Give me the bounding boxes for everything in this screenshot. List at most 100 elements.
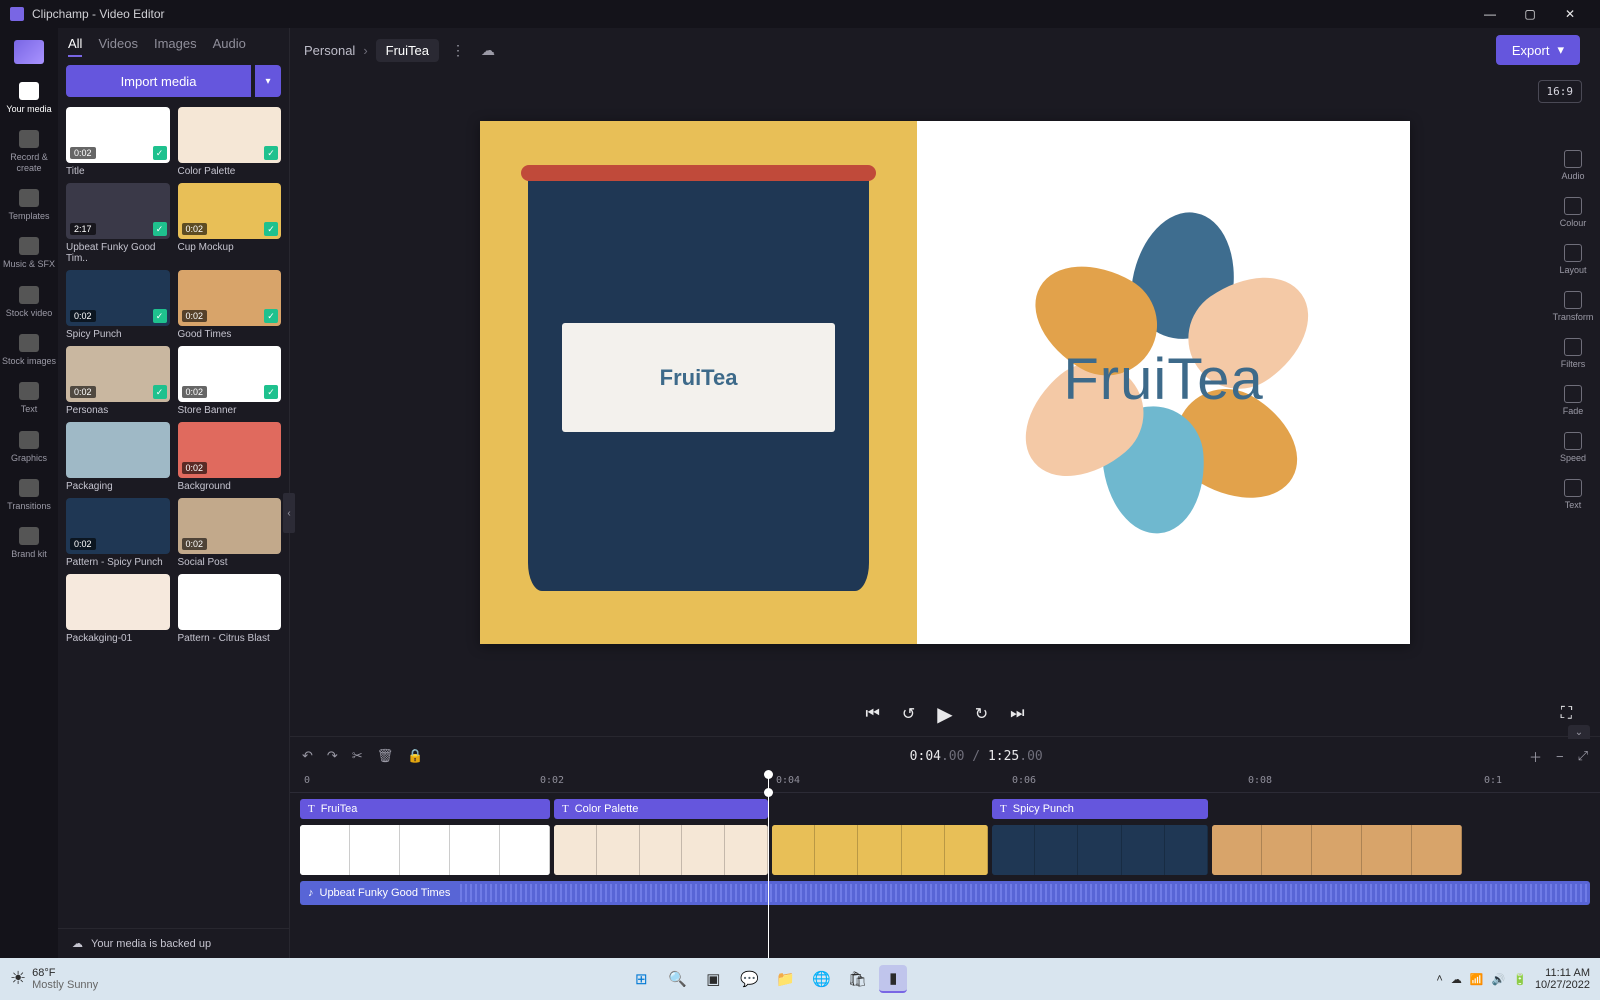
- nav-music-sfx[interactable]: Music & SFX: [0, 229, 58, 277]
- tool-colour[interactable]: Colour: [1546, 191, 1600, 238]
- tool-text[interactable]: Text: [1546, 473, 1600, 520]
- left-nav-rail: Your mediaRecord & createTemplatesMusic …: [0, 28, 58, 958]
- media-item[interactable]: 0:02✓Title: [66, 107, 170, 177]
- forward-button[interactable]: ↻: [975, 704, 988, 724]
- weather-widget[interactable]: ☀ 68°F Mostly Sunny: [10, 967, 98, 991]
- aspect-ratio-badge[interactable]: 16:9: [1538, 80, 1583, 103]
- skip-start-button[interactable]: ⏮: [865, 705, 879, 723]
- chat-app-icon[interactable]: 💬: [735, 965, 763, 993]
- backup-status: ☁ Your media is backed up: [58, 928, 289, 958]
- video-clip[interactable]: [300, 825, 550, 875]
- nav-text[interactable]: Text: [0, 374, 58, 422]
- battery-icon[interactable]: 🔋: [1513, 973, 1527, 986]
- media-item[interactable]: 0:02✓Store Banner: [178, 346, 282, 416]
- cup-mockup: FruiTea: [528, 173, 869, 591]
- media-item[interactable]: 0:02✓Personas: [66, 346, 170, 416]
- video-clip[interactable]: [992, 825, 1208, 875]
- tray-chevron-icon[interactable]: ˄: [1436, 973, 1442, 985]
- title-clip[interactable]: FruiTea: [300, 799, 550, 819]
- media-grid: 0:02✓Title✓Color Palette2:17✓Upbeat Funk…: [58, 107, 289, 928]
- import-media-button[interactable]: Import media: [66, 65, 251, 97]
- tool-filters[interactable]: Filters: [1546, 332, 1600, 379]
- media-item[interactable]: 0:02✓Spicy Punch: [66, 270, 170, 340]
- media-item[interactable]: ✓Color Palette: [178, 107, 282, 177]
- nav-stock-images[interactable]: Stock images: [0, 326, 58, 374]
- media-item[interactable]: 0:02✓Cup Mockup: [178, 183, 282, 264]
- tool-audio[interactable]: Audio: [1546, 144, 1600, 191]
- nav-graphics[interactable]: Graphics: [0, 423, 58, 471]
- edge-browser-icon[interactable]: 🌐: [807, 965, 835, 993]
- project-menu-button[interactable]: ⋮: [447, 39, 469, 61]
- nav-transitions[interactable]: Transitions: [0, 471, 58, 519]
- tool-layout[interactable]: Layout: [1546, 238, 1600, 285]
- media-item[interactable]: 0:02✓Good Times: [178, 270, 282, 340]
- preview-canvas[interactable]: FruiTea FruiTea: [480, 121, 1410, 644]
- media-item[interactable]: 2:17✓Upbeat Funky Good Tim..: [66, 183, 170, 264]
- media-item[interactable]: 0:02Social Post: [178, 498, 282, 568]
- window-close-button[interactable]: ✕: [1550, 0, 1590, 28]
- breadcrumb-root[interactable]: Personal: [304, 43, 355, 58]
- onedrive-icon[interactable]: ☁: [1451, 973, 1462, 986]
- tool-transform[interactable]: Transform: [1546, 285, 1600, 332]
- chevron-down-icon: ▾: [1557, 42, 1564, 58]
- video-clip[interactable]: [1212, 825, 1462, 875]
- video-clip[interactable]: [554, 825, 768, 875]
- zoom-in-button[interactable]: ＋: [1529, 747, 1542, 766]
- redo-button[interactable]: ↷: [327, 748, 338, 764]
- start-button[interactable]: ⊞: [627, 965, 655, 993]
- audio-clip[interactable]: ♪ Upbeat Funky Good Times: [300, 881, 1590, 905]
- store-app-icon[interactable]: 🛍: [843, 965, 871, 993]
- task-view-button[interactable]: ▣: [699, 965, 727, 993]
- play-button[interactable]: ▶: [937, 702, 952, 727]
- media-item[interactable]: Packaging: [66, 422, 170, 492]
- lock-button[interactable]: 🔒: [407, 748, 423, 764]
- clipchamp-app-icon[interactable]: ▮: [879, 965, 907, 993]
- tool-fade[interactable]: Fade: [1546, 379, 1600, 426]
- nav-brand-kit[interactable]: Brand kit: [0, 519, 58, 567]
- timeline-collapse-chevron[interactable]: ⌄: [1568, 725, 1590, 739]
- windows-taskbar[interactable]: ☀ 68°F Mostly Sunny ⊞ 🔍 ▣ 💬 📁 🌐 🛍 ▮ ˄ ☁ …: [0, 958, 1600, 1000]
- file-explorer-icon[interactable]: 📁: [771, 965, 799, 993]
- video-clip[interactable]: [772, 825, 988, 875]
- window-maximize-button[interactable]: ▢: [1510, 0, 1550, 28]
- import-media-dropdown[interactable]: ▾: [255, 65, 281, 97]
- nav-record-create[interactable]: Record & create: [0, 122, 58, 181]
- timeline-ruler[interactable]: 00:020:040:060:080:1: [290, 775, 1600, 793]
- zoom-out-button[interactable]: −: [1556, 749, 1564, 764]
- nav-your-media[interactable]: Your media: [0, 74, 58, 122]
- title-clip[interactable]: Color Palette: [554, 799, 768, 819]
- delete-button[interactable]: 🗑: [377, 748, 394, 764]
- media-item[interactable]: Pattern - Citrus Blast: [178, 574, 282, 644]
- system-tray[interactable]: ˄ ☁ 📶 🔊 🔋 11:11 AM 10/27/2022: [1436, 967, 1590, 991]
- clipchamp-logo-icon[interactable]: [14, 40, 44, 64]
- title-clip[interactable]: Spicy Punch: [992, 799, 1208, 819]
- zoom-fit-button[interactable]: ⤢: [1578, 748, 1588, 764]
- check-icon: ✓: [264, 385, 278, 399]
- media-tab-audio[interactable]: Audio: [213, 36, 246, 53]
- timeline-tracks[interactable]: ♪ Upbeat Funky Good Times FruiTeaColor P…: [290, 793, 1600, 958]
- breadcrumb-project[interactable]: FruiTea: [376, 39, 439, 62]
- media-item[interactable]: 0:02Background: [178, 422, 282, 492]
- media-tab-videos[interactable]: Videos: [98, 36, 138, 53]
- media-tab-all[interactable]: All: [68, 36, 82, 57]
- split-button[interactable]: ✂: [352, 748, 363, 764]
- export-button[interactable]: Export ▾: [1496, 35, 1580, 65]
- playhead[interactable]: [768, 793, 769, 958]
- chevron-right-icon: ›: [363, 43, 367, 58]
- skip-end-button[interactable]: ⏭: [1010, 705, 1024, 723]
- nav-stock-video[interactable]: Stock video: [0, 278, 58, 326]
- cloud-sync-icon[interactable]: ☁: [477, 39, 499, 61]
- media-tab-images[interactable]: Images: [154, 36, 197, 53]
- rewind-button[interactable]: ↺: [902, 704, 915, 724]
- media-item[interactable]: 0:02Pattern - Spicy Punch: [66, 498, 170, 568]
- search-button[interactable]: 🔍: [663, 965, 691, 993]
- wifi-icon[interactable]: 📶: [1470, 973, 1484, 986]
- tool-speed[interactable]: Speed: [1546, 426, 1600, 473]
- volume-icon[interactable]: 🔊: [1492, 973, 1506, 986]
- brand-flower-logo: FruiTea: [1016, 230, 1312, 533]
- nav-templates[interactable]: Templates: [0, 181, 58, 229]
- undo-button[interactable]: ↶: [302, 748, 313, 764]
- media-item[interactable]: Packakging-01: [66, 574, 170, 644]
- fullscreen-button[interactable]: ⛶: [1561, 705, 1572, 723]
- window-minimize-button[interactable]: —: [1470, 0, 1510, 28]
